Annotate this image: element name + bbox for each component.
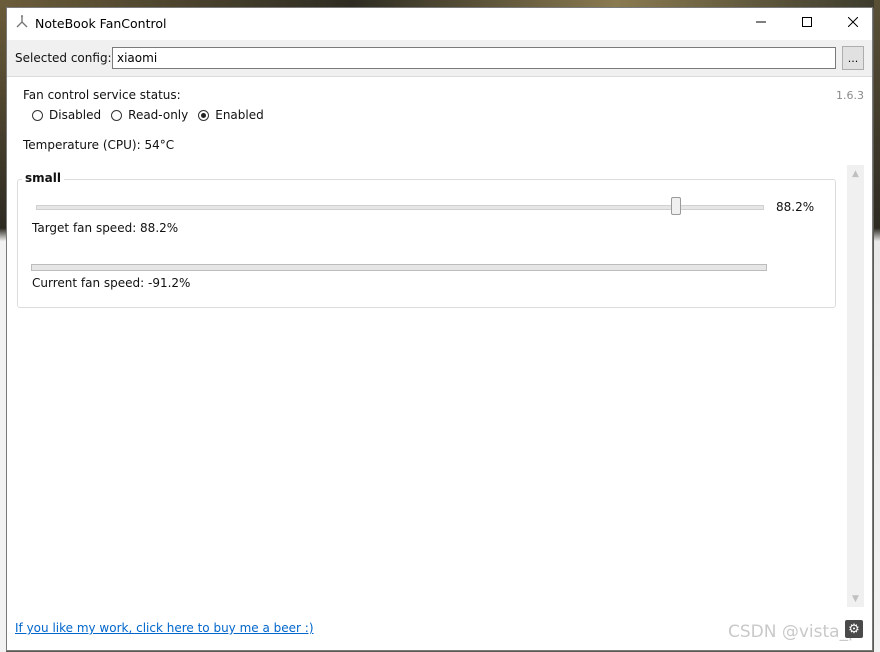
scroll-up-icon[interactable]: ▲ — [847, 165, 864, 182]
service-status-label: Fan control service status: — [23, 88, 181, 102]
fan-speed-slider-track[interactable] — [36, 205, 764, 210]
radio-disabled-indicator[interactable] — [32, 109, 43, 121]
current-fan-speed-bar — [31, 264, 767, 271]
close-icon — [847, 16, 859, 30]
config-bar: Selected config: ... — [7, 40, 872, 77]
desktop-background-right — [874, 0, 880, 652]
window-title: NoteBook FanControl — [35, 16, 167, 31]
radio-read-only-label: Read-only — [128, 108, 189, 122]
app-window: NoteBook FanControl Selected config: ...… — [6, 7, 873, 651]
maximize-button[interactable] — [784, 8, 830, 38]
vertical-scrollbar[interactable]: ▲ ▼ — [847, 165, 864, 607]
radio-read-only-indicator[interactable] — [111, 109, 123, 121]
current-fan-speed: Current fan speed: -91.2% — [32, 276, 191, 290]
close-button[interactable] — [830, 8, 876, 38]
version-label: 1.6.3 — [836, 89, 864, 102]
fan-speed-slider-thumb[interactable] — [671, 197, 682, 215]
fan-group-title: small — [22, 171, 64, 185]
radio-disabled-label: Disabled — [49, 108, 102, 122]
radio-read-only[interactable]: Read-only — [111, 108, 188, 122]
fan-icon — [14, 14, 30, 30]
radio-disabled[interactable]: Disabled — [32, 108, 101, 122]
radio-enabled-label: Enabled — [215, 108, 264, 122]
radio-enabled[interactable]: Enabled — [198, 108, 264, 122]
scroll-down-icon[interactable]: ▼ — [847, 590, 864, 607]
selected-config-label: Selected config: — [15, 51, 112, 65]
service-status-options: Disabled Read-only Enabled — [32, 108, 264, 122]
gear-icon[interactable]: ⚙ — [845, 620, 863, 638]
minimize-icon — [756, 16, 766, 30]
maximize-icon — [802, 16, 812, 30]
radio-enabled-indicator[interactable] — [198, 109, 210, 121]
selected-config-field[interactable] — [112, 47, 836, 69]
watermark-text: CSDN @vista_p — [728, 622, 859, 642]
slider-value-readout: 88.2% — [776, 200, 815, 214]
minimize-button[interactable] — [738, 8, 784, 38]
cpu-temperature: Temperature (CPU): 54°C — [23, 138, 175, 152]
donate-link[interactable]: If you like my work, click here to buy m… — [15, 621, 314, 635]
browse-config-button[interactable]: ... — [842, 46, 864, 70]
target-fan-speed: Target fan speed: 88.2% — [32, 221, 179, 235]
title-bar[interactable]: NoteBook FanControl — [7, 8, 872, 38]
